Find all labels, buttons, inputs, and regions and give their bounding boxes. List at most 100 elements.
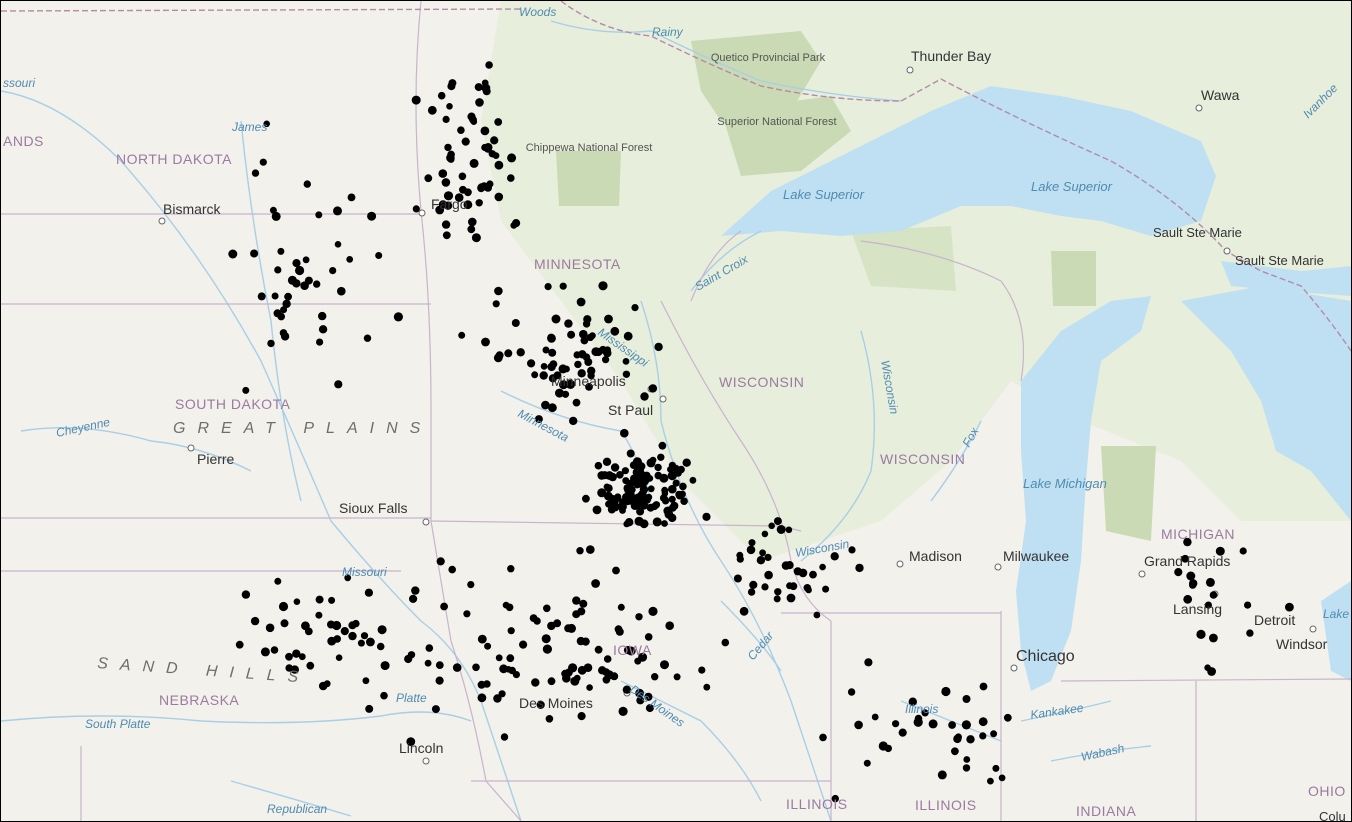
data-marker[interactable] — [493, 694, 502, 703]
data-marker[interactable] — [543, 604, 551, 613]
data-marker[interactable] — [572, 596, 581, 605]
data-marker[interactable] — [605, 471, 614, 480]
data-marker[interactable] — [871, 713, 879, 721]
data-marker[interactable] — [547, 333, 556, 342]
data-marker[interactable] — [499, 664, 508, 674]
data-marker[interactable] — [748, 539, 756, 547]
data-marker[interactable] — [505, 603, 514, 612]
data-marker[interactable] — [1239, 547, 1247, 555]
data-marker[interactable] — [531, 678, 540, 687]
data-marker[interactable] — [376, 642, 385, 651]
data-marker[interactable] — [346, 256, 354, 263]
data-marker[interactable] — [1003, 713, 1012, 722]
data-marker[interactable] — [761, 583, 769, 591]
data-marker[interactable] — [773, 595, 781, 603]
data-marker[interactable] — [620, 428, 629, 438]
data-marker[interactable] — [545, 715, 554, 723]
data-marker[interactable] — [651, 673, 659, 681]
data-marker[interactable] — [785, 561, 794, 570]
data-marker[interactable] — [458, 172, 467, 181]
data-marker[interactable] — [819, 563, 826, 571]
data-marker[interactable] — [654, 463, 662, 472]
data-marker[interactable] — [442, 231, 451, 240]
data-marker[interactable] — [459, 185, 467, 194]
data-marker[interactable] — [764, 553, 772, 562]
data-marker[interactable] — [813, 611, 821, 619]
data-marker[interactable] — [962, 764, 971, 772]
data-marker[interactable] — [665, 621, 674, 630]
data-marker[interactable] — [542, 346, 550, 354]
data-marker[interactable] — [303, 180, 311, 188]
data-marker[interactable] — [495, 654, 503, 662]
data-marker[interactable] — [271, 211, 281, 221]
data-marker[interactable] — [292, 259, 301, 268]
data-marker[interactable] — [334, 380, 343, 389]
data-marker[interactable] — [573, 351, 581, 359]
data-marker[interactable] — [328, 596, 336, 604]
data-marker[interactable] — [626, 479, 635, 488]
data-marker[interactable] — [603, 483, 611, 491]
data-marker[interactable] — [260, 647, 270, 657]
data-marker[interactable] — [492, 300, 500, 308]
data-marker[interactable] — [315, 211, 323, 219]
data-marker[interactable] — [337, 286, 346, 296]
data-marker[interactable] — [257, 292, 266, 301]
data-marker[interactable] — [463, 610, 471, 618]
data-marker[interactable] — [673, 673, 681, 681]
data-marker[interactable] — [654, 342, 663, 352]
data-marker[interactable] — [913, 717, 923, 727]
data-marker[interactable] — [661, 520, 668, 527]
data-marker[interactable] — [475, 199, 483, 207]
data-marker[interactable] — [490, 136, 499, 145]
data-marker[interactable] — [679, 482, 687, 491]
data-marker[interactable] — [424, 174, 433, 183]
data-marker[interactable] — [292, 279, 301, 288]
data-marker[interactable] — [440, 602, 448, 611]
data-marker[interactable] — [573, 674, 581, 682]
data-marker[interactable] — [542, 644, 553, 654]
data-marker[interactable] — [235, 640, 244, 649]
data-marker[interactable] — [448, 79, 457, 88]
data-marker[interactable] — [435, 661, 444, 669]
data-marker[interactable] — [603, 655, 612, 663]
data-marker[interactable] — [822, 585, 830, 593]
data-marker[interactable] — [363, 334, 372, 342]
data-marker[interactable] — [592, 505, 602, 515]
data-marker[interactable] — [300, 281, 309, 291]
data-marker[interactable] — [540, 363, 548, 370]
data-marker[interactable] — [597, 488, 607, 498]
data-marker[interactable] — [702, 512, 711, 521]
data-marker[interactable] — [516, 348, 525, 357]
data-marker[interactable] — [367, 211, 377, 221]
data-marker[interactable] — [747, 588, 756, 596]
data-marker[interactable] — [574, 360, 582, 369]
data-marker[interactable] — [375, 252, 383, 259]
data-marker[interactable] — [504, 349, 513, 358]
data-marker[interactable] — [642, 472, 651, 481]
data-marker[interactable] — [678, 490, 686, 498]
data-marker[interactable] — [448, 565, 457, 574]
data-marker[interactable] — [648, 384, 658, 393]
data-marker[interactable] — [446, 103, 453, 110]
data-marker[interactable] — [773, 517, 782, 526]
data-marker[interactable] — [393, 312, 403, 322]
data-marker[interactable] — [733, 574, 742, 583]
data-marker[interactable] — [668, 495, 676, 503]
data-marker[interactable] — [477, 693, 487, 703]
data-marker[interactable] — [577, 712, 586, 721]
data-marker[interactable] — [602, 457, 612, 466]
data-marker[interactable] — [586, 545, 595, 554]
data-marker[interactable] — [572, 398, 581, 407]
data-marker[interactable] — [764, 570, 773, 580]
data-marker[interactable] — [541, 634, 551, 644]
data-marker[interactable] — [549, 360, 558, 368]
data-marker[interactable] — [277, 247, 285, 255]
data-marker[interactable] — [623, 520, 630, 528]
data-marker[interactable] — [640, 392, 649, 401]
data-marker[interactable] — [347, 193, 356, 202]
data-marker[interactable] — [768, 522, 775, 530]
data-marker[interactable] — [954, 733, 963, 741]
data-marker[interactable] — [785, 526, 793, 534]
data-marker[interactable] — [604, 314, 613, 324]
data-marker[interactable] — [259, 158, 267, 166]
